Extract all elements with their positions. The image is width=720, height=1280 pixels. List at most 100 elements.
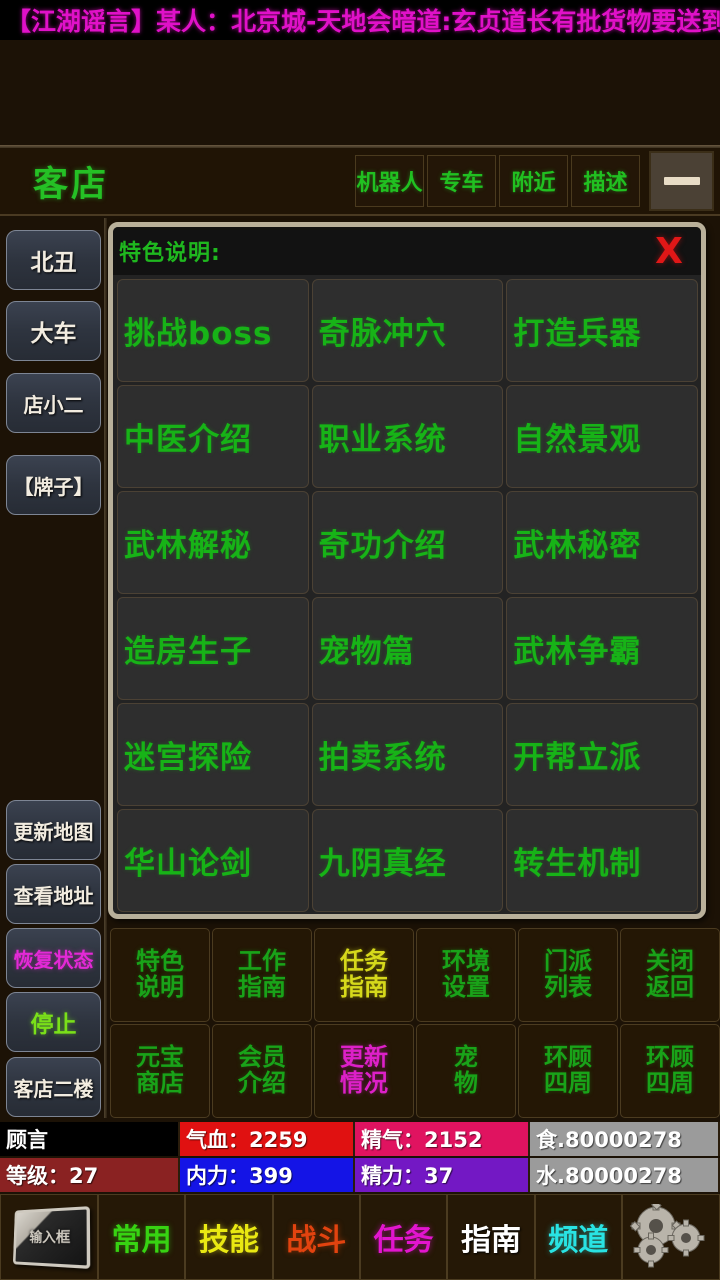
header-button-express[interactable]: 专车	[427, 155, 496, 207]
command-menu-grid: 特色 说明 工作 指南 任务 指南 环境 设置 门派 列表 关闭 返回 元宝 商…	[110, 928, 720, 1118]
menu-item-sect-list[interactable]: 门派 列表	[518, 928, 618, 1022]
grid-item-rebirth-system[interactable]: 转生机制	[506, 809, 698, 912]
grid-item-challenge-boss[interactable]: 挑战boss	[117, 279, 309, 382]
status-player-name: 顾言	[0, 1122, 180, 1156]
close-icon[interactable]: X	[645, 227, 693, 275]
menu-line-2: 物	[454, 1069, 478, 1097]
menu-line-1: 会员	[238, 1043, 286, 1072]
game-screen: 【江湖谣言】某人：北京城-天地会暗道:玄贞道长有批货物要送到 客店 机器人 专车…	[0, 0, 720, 1280]
menu-item-environment-settings[interactable]: 环境 设置	[416, 928, 516, 1022]
menu-item-close-return[interactable]: 关闭 返回	[620, 928, 720, 1022]
status-level: 等级：27	[0, 1158, 180, 1192]
bottom-navigation-bar: 输入框 常用 技能 战斗 任务 指南 频道	[0, 1194, 720, 1280]
dialog-button-grid: 挑战boss 奇脉冲穴 打造兵器 中医介绍 职业系统 自然景观 武林解秘 奇功介…	[113, 275, 701, 914]
room-header: 客店 机器人 专车 附近 描述	[0, 148, 720, 214]
status-row-2: 等级：27 内力：399 精力：37 水.80000278	[0, 1158, 720, 1192]
grid-item-pets-chapter[interactable]: 宠物篇	[311, 597, 504, 700]
menu-line-1: 宠	[454, 1043, 478, 1072]
sidebar-item-view-address[interactable]: 查看地址	[6, 864, 101, 924]
grid-item-martial-mystery[interactable]: 武林秘密	[506, 491, 698, 594]
nav-tab-common[interactable]: 常用	[98, 1194, 186, 1280]
header-button-robot[interactable]: 机器人	[355, 155, 424, 207]
grid-item-huashan-duel[interactable]: 华山论剑	[117, 809, 309, 912]
sidebar-item-dache[interactable]: 大车	[6, 301, 101, 361]
banner-gap-area	[0, 40, 720, 145]
menu-item-quest-guide[interactable]: 任务 指南	[314, 928, 414, 1022]
gear-cluster-icon	[629, 1204, 705, 1268]
nav-tab-guide[interactable]: 指南	[447, 1194, 535, 1280]
input-box-icon-label: 输入框	[29, 1229, 71, 1247]
menu-line-2: 指南	[238, 973, 286, 1001]
menu-line-1: 工作	[238, 947, 286, 976]
minimize-icon	[663, 177, 700, 185]
grid-item-martial-hegemony[interactable]: 武林争霸	[506, 597, 698, 700]
grid-item-forge-weapon[interactable]: 打造兵器	[506, 279, 698, 382]
header-button-nearby[interactable]: 附近	[499, 155, 568, 207]
menu-line-1: 环境	[442, 947, 490, 976]
menu-line-1: 门派	[544, 947, 592, 976]
menu-line-1: 环顾	[544, 1043, 592, 1072]
settings-button[interactable]	[621, 1194, 720, 1280]
menu-item-look-around-1[interactable]: 环顾 四周	[518, 1024, 618, 1118]
grid-item-auction-system[interactable]: 拍卖系统	[311, 703, 504, 806]
menu-line-1: 环顾	[646, 1043, 694, 1072]
menu-line-2: 设置	[442, 973, 490, 1001]
nav-tab-skills[interactable]: 技能	[185, 1194, 273, 1280]
input-box-icon: 输入框	[12, 1206, 91, 1269]
status-row-1: 顾言 气血：2259 精气：2152 食.80000278	[0, 1122, 720, 1156]
menu-line-2: 指南	[340, 973, 388, 1001]
menu-item-feature-description[interactable]: 特色 说明	[110, 928, 210, 1022]
grid-item-house-children[interactable]: 造房生子	[117, 597, 309, 700]
menu-line-1: 特色	[136, 947, 184, 976]
rumor-banner-text: 【江湖谣言】某人：北京城-天地会暗道:玄贞道长有批货物要送到	[6, 7, 720, 36]
feature-description-dialog: 特色说明: X 挑战boss 奇脉冲穴 打造兵器 中医介绍 职业系统 自然景观 …	[108, 222, 706, 919]
nav-tab-quests[interactable]: 任务	[359, 1194, 448, 1280]
menu-item-ingot-shop[interactable]: 元宝 商店	[110, 1024, 210, 1118]
grid-item-maze-adventure[interactable]: 迷宫探险	[117, 703, 309, 806]
sidebar-item-stop[interactable]: 停止	[6, 992, 101, 1052]
status-hp: 气血：2259	[180, 1122, 355, 1156]
menu-line-2: 返回	[646, 973, 694, 1001]
sidebar-divider	[104, 218, 107, 1118]
menu-item-work-guide[interactable]: 工作 指南	[212, 928, 312, 1022]
grid-item-job-system[interactable]: 职业系统	[311, 385, 504, 488]
sidebar-item-update-map[interactable]: 更新地图	[6, 800, 101, 860]
input-box-button[interactable]: 输入框	[0, 1194, 98, 1280]
grid-item-skill-intro[interactable]: 奇功介绍	[311, 491, 504, 594]
menu-line-1: 任务	[340, 947, 388, 976]
sidebar-item-paizi[interactable]: 【牌子】	[6, 455, 101, 515]
grid-item-found-sect[interactable]: 开帮立派	[506, 703, 698, 806]
grid-item-tcm-intro[interactable]: 中医介绍	[117, 385, 309, 488]
sidebar-item-beichou[interactable]: 北丑	[6, 230, 101, 290]
status-qi: 精气：2152	[355, 1122, 530, 1156]
menu-line-2: 列表	[544, 973, 592, 1001]
sidebar-item-restore-status[interactable]: 恢复状态	[6, 928, 101, 988]
menu-line-2: 说明	[136, 973, 184, 1001]
nav-tab-combat[interactable]: 战斗	[272, 1194, 360, 1280]
status-mp: 内力：399	[180, 1158, 355, 1192]
status-water: 水.80000278	[530, 1158, 720, 1192]
player-status-panel: 顾言 气血：2259 精气：2152 食.80000278 等级：27 内力：3…	[0, 1122, 720, 1192]
menu-line-2: 四周	[544, 1069, 592, 1097]
menu-item-update-news[interactable]: 更新 情况	[314, 1024, 414, 1118]
menu-item-look-around-2[interactable]: 环顾 四周	[620, 1024, 720, 1118]
page-title: 客店	[33, 164, 110, 205]
menu-line-1: 更新	[340, 1043, 388, 1072]
status-energy: 精力：37	[355, 1158, 530, 1192]
header-button-describe[interactable]: 描述	[571, 155, 640, 207]
menu-item-membership-intro[interactable]: 会员 介绍	[212, 1024, 312, 1118]
grid-item-natural-scenery[interactable]: 自然景观	[506, 385, 698, 488]
sidebar-item-inn-second-floor[interactable]: 客店二楼	[6, 1057, 101, 1117]
header-bottom-divider	[0, 214, 720, 216]
menu-item-pet[interactable]: 宠 物	[416, 1024, 516, 1118]
minimize-button[interactable]	[649, 151, 714, 211]
grid-item-meridian[interactable]: 奇脉冲穴	[311, 279, 504, 382]
menu-line-1: 元宝	[136, 1043, 184, 1072]
grid-item-jiuyin-manual[interactable]: 九阴真经	[311, 809, 504, 912]
menu-line-2: 四周	[646, 1069, 694, 1097]
nav-tab-channels[interactable]: 频道	[534, 1194, 622, 1280]
grid-item-martial-secrets[interactable]: 武林解秘	[117, 491, 309, 594]
menu-line-2: 商店	[136, 1069, 184, 1097]
sidebar-item-dianxiaoer[interactable]: 店小二	[6, 373, 101, 433]
status-food: 食.80000278	[530, 1122, 720, 1156]
